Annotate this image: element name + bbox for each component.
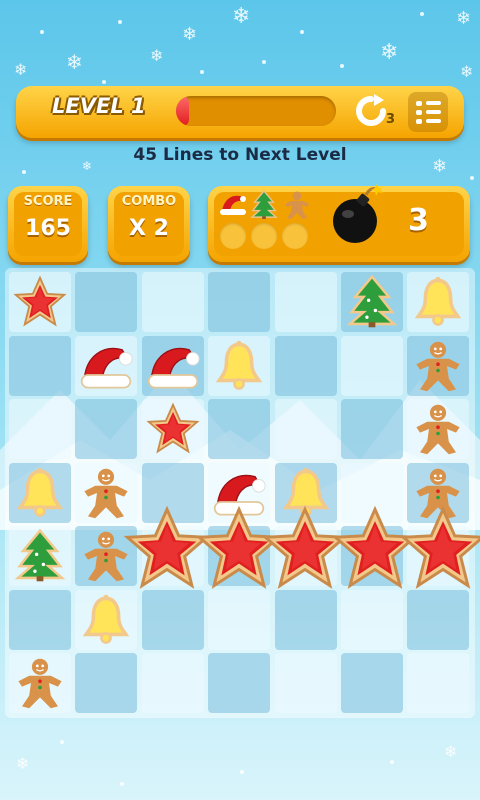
board-cell[interactable] xyxy=(208,399,271,459)
large-star-cookie xyxy=(399,505,480,589)
board-cell[interactable] xyxy=(341,399,403,459)
star-cookie xyxy=(13,275,67,327)
santa-hat-icon xyxy=(220,195,246,215)
level-bar: LEVEL 1 3 xyxy=(16,86,464,138)
board-cell[interactable] xyxy=(274,272,337,332)
refresh-icon xyxy=(356,94,386,126)
board-cell[interactable] xyxy=(208,272,271,332)
bomb-icon xyxy=(333,184,383,243)
gingerbread-man-cookie xyxy=(18,658,62,709)
christmas-tree-cookie xyxy=(346,275,398,328)
goal-slot xyxy=(220,223,246,249)
christmas-tree-icon xyxy=(250,190,278,219)
board-cell[interactable] xyxy=(274,589,337,650)
score-value: 165 xyxy=(25,216,71,241)
board-cell[interactable] xyxy=(141,589,204,650)
board-cell[interactable] xyxy=(341,653,403,713)
santa-hat-cookie xyxy=(147,347,200,388)
board-cell[interactable] xyxy=(9,335,71,396)
goal-slot xyxy=(251,223,277,249)
santa-hat-cookie xyxy=(81,347,133,388)
bell-cookie xyxy=(216,340,263,390)
board-cell[interactable] xyxy=(274,335,337,396)
board-cell[interactable] xyxy=(75,272,138,332)
bomb-count: 3 xyxy=(408,203,429,238)
lines-to-next-level: 45 Lines to Next Level xyxy=(133,145,347,165)
board-cell[interactable] xyxy=(141,653,204,713)
board-cell[interactable] xyxy=(274,653,337,713)
board-cell[interactable] xyxy=(141,272,204,332)
snowflake-icon: ❄ xyxy=(182,24,198,45)
score-panel: SCORE 165 xyxy=(8,186,88,262)
board-cell[interactable] xyxy=(208,589,271,650)
board-cell[interactable] xyxy=(208,653,271,713)
snowflake-icon: ❄ xyxy=(150,46,164,65)
game-board xyxy=(5,268,475,718)
level-progress-bar xyxy=(176,96,336,126)
combo-title: COMBO xyxy=(121,194,177,209)
bell-cookie xyxy=(415,276,462,326)
board-cell[interactable] xyxy=(9,589,71,650)
snowflake-icon: ❄ xyxy=(460,62,474,81)
bell-cookie xyxy=(16,467,64,517)
board-cell[interactable] xyxy=(274,399,337,459)
bell-cookie xyxy=(83,594,130,644)
star-cookie xyxy=(146,402,200,454)
goal-slot xyxy=(282,223,308,249)
combo-panel: COMBO X 2 xyxy=(108,186,190,262)
snowflake-icon: ❄ xyxy=(232,4,251,29)
menu-button[interactable] xyxy=(408,92,448,132)
board-cell[interactable] xyxy=(75,653,138,713)
christmas-tree-cookie xyxy=(14,529,66,582)
board-cell[interactable] xyxy=(407,589,470,650)
snowflake-icon: ❄ xyxy=(16,754,30,773)
board-cell[interactable] xyxy=(9,399,71,459)
snowflake-icon: ❄ xyxy=(66,50,83,74)
gingerbread-man-cookie xyxy=(416,404,460,455)
refresh-button[interactable]: 3 xyxy=(354,94,395,130)
snowflake-icon: ❄ xyxy=(444,742,458,761)
refresh-count: 3 xyxy=(386,112,396,127)
score-title: SCORE xyxy=(23,194,73,209)
board-cell[interactable] xyxy=(341,589,403,650)
snowflake-icon: ❄ xyxy=(380,40,399,65)
gingerbread-man-cookie xyxy=(416,341,460,391)
snowflake-icon: ❄ xyxy=(456,8,472,29)
combo-value: X 2 xyxy=(129,216,169,241)
board-cell[interactable] xyxy=(341,335,403,396)
bomb-button[interactable] xyxy=(328,183,386,247)
board-cell[interactable] xyxy=(407,653,470,713)
gingerbread-man-icon xyxy=(285,191,309,219)
level-progress-fill xyxy=(176,96,189,126)
level-label: LEVEL 1 xyxy=(52,94,146,118)
snowflake-icon: ❄ xyxy=(14,60,28,79)
board-cell[interactable] xyxy=(75,399,138,459)
